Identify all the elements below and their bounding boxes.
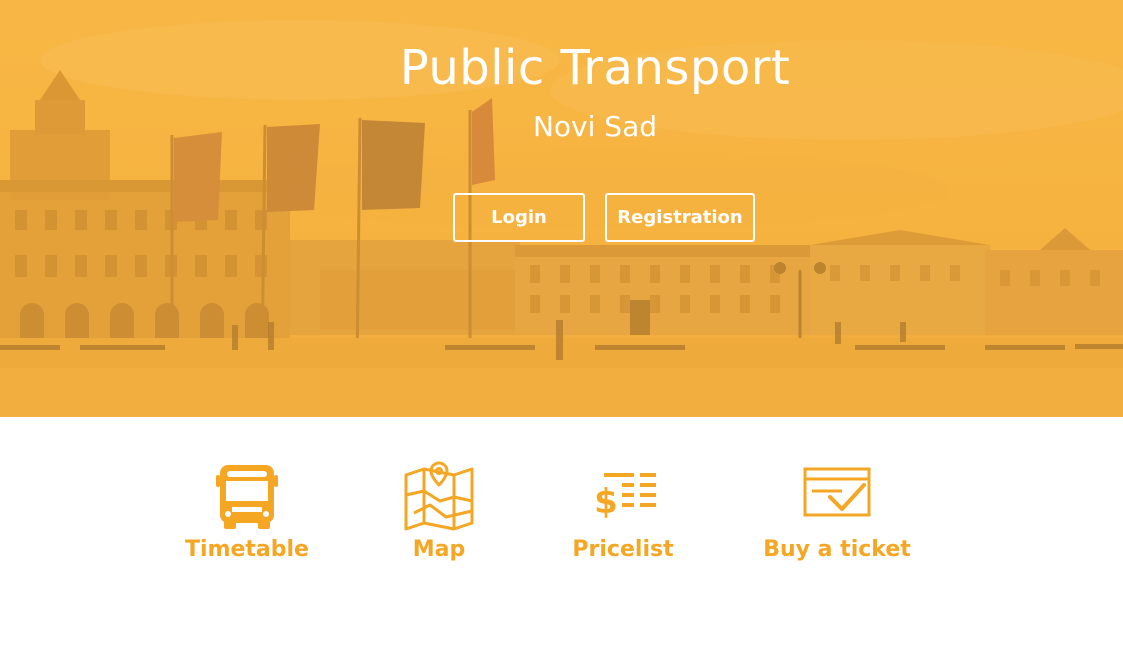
timetable-label: Timetable (185, 537, 309, 562)
map-label: Map (412, 537, 466, 562)
buy-ticket-link[interactable]: Buy a ticket (763, 461, 911, 562)
ticket-checkmark-icon (803, 467, 871, 517)
map-icon (404, 461, 474, 531)
registration-button[interactable]: Registration (605, 193, 755, 242)
pricelist-link[interactable]: $ Pricelist (572, 461, 674, 562)
login-button[interactable]: Login (453, 193, 585, 242)
page-title: Public Transport (399, 40, 791, 96)
svg-text:$: $ (594, 482, 618, 522)
buy-ticket-label: Buy a ticket (763, 537, 911, 562)
pricelist-label: Pricelist (572, 537, 674, 562)
feature-links: Timetable Map $ Pricelist Buy a ticket (0, 417, 1123, 671)
page-subtitle: Novi Sad (532, 110, 658, 143)
timetable-link[interactable]: Timetable (185, 461, 309, 562)
map-link[interactable]: Map (401, 461, 477, 562)
hero-banner: Public Transport Novi Sad Login Registra… (0, 0, 1123, 417)
bus-icon (216, 465, 278, 529)
pricelist-icon: $ (594, 473, 656, 522)
